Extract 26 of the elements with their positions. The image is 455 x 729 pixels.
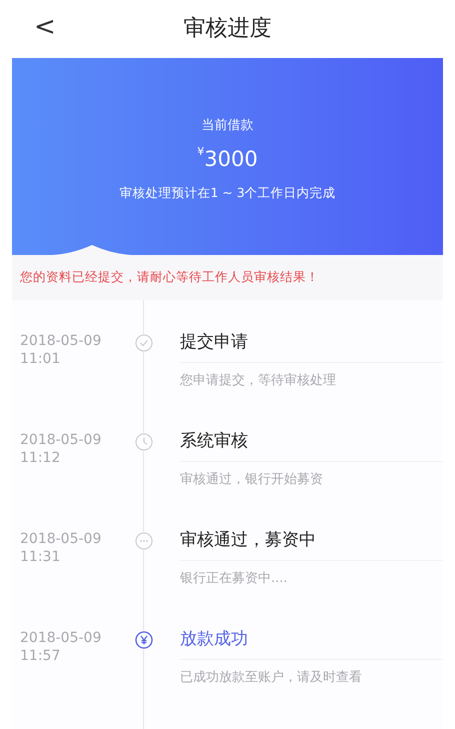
step-time: 11:12: [20, 449, 60, 468]
step-time: 11:31: [20, 548, 60, 566]
step-time: 11:01: [20, 350, 60, 368]
notice-text: 您的资料已经提交，请耐心等待工作人员审核结果！: [20, 268, 319, 286]
step-description: 银行正在募资中....: [180, 571, 288, 586]
step-description: 您申请提交，等待审核处理: [180, 373, 336, 388]
check-circle-icon: [135, 334, 153, 352]
step-title: 系统审核: [180, 431, 248, 451]
loan-label: 当前借款: [202, 117, 254, 135]
review-time-note: 审核处理预计在1 ~ 3个工作日内完成: [119, 184, 336, 200]
page-title: 审核进度: [184, 18, 272, 40]
loan-amount: ¥3000: [197, 147, 258, 171]
step-title: 审核通过，募资中: [180, 530, 316, 550]
step-title: 提交申请: [180, 332, 248, 352]
back-button[interactable]: <: [28, 12, 62, 44]
step-date: 2018-05-09: [20, 530, 102, 548]
ellipsis-icon: [135, 532, 153, 550]
step-description: 已成功放款至账户，请及时查看: [180, 670, 362, 686]
step-date: 2018-05-09: [20, 431, 102, 450]
yen-icon: [135, 631, 153, 649]
step-date: 2018-05-09: [20, 629, 102, 648]
clock-icon: [135, 433, 153, 451]
step-title: 放款成功: [180, 629, 248, 649]
step-description: 审核通过，银行开始募资: [180, 472, 323, 488]
step-time: 11:57: [20, 647, 60, 666]
step-date: 2018-05-09: [20, 332, 102, 350]
